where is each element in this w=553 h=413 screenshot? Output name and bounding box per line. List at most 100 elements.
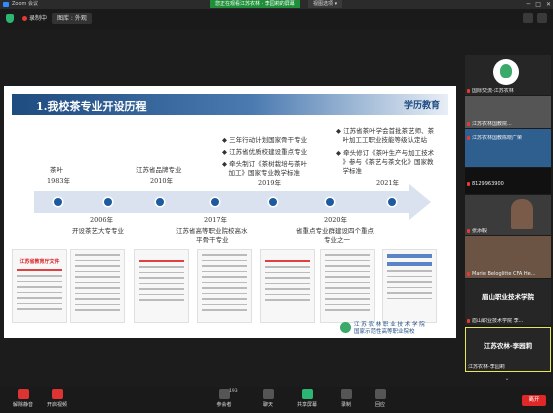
window-titlebar: Zoom 会议 您正在观看江苏农林 · 李园莉的屏幕 视图选项 ▾ ─ □ ✕ [0, 0, 553, 9]
milestone-2017-line: 江苏省高等职业院校高水 [176, 227, 248, 235]
document-thumbnail [134, 249, 189, 323]
scroll-down-icon[interactable]: ⌄ [464, 375, 550, 382]
milestone-2010-year: 2010年 [150, 177, 174, 185]
participant-tile[interactable]: 眉山职业技术学院 眉山职业技术学院 李... [465, 279, 551, 325]
participant-display-name: 眉山职业技术学院 [482, 293, 534, 301]
document-thumbnail: 江苏省教育厅文件 [12, 249, 67, 323]
fullscreen-icon[interactable] [537, 13, 547, 23]
maximize-icon[interactable]: □ [535, 0, 541, 9]
recording-dot-icon [22, 16, 27, 21]
participant-tile[interactable]: 国际交流-江苏农林 [465, 55, 551, 95]
share-screen-icon [301, 389, 313, 399]
view-options-button[interactable]: 视图选项 ▾ [308, 0, 343, 8]
document-thumbnail [320, 249, 375, 323]
meeting-toolbar: 解除静音 开启视频 193 参会者 聊天 共享屏幕 录制 回应 离开 [0, 387, 553, 413]
recording-indicator[interactable]: 录制中 [22, 13, 47, 24]
participant-name: 国际交流-江苏农林 [467, 88, 549, 94]
unmute-button[interactable]: 解除静音 [6, 389, 40, 408]
reactions-label: 回应 [374, 402, 385, 408]
milestone-2017-year: 2017年 [204, 216, 228, 224]
screen-share-banner[interactable]: 您正在观看江苏农林 · 李园莉的屏幕 [210, 0, 300, 8]
share-screen-label: 共享屏幕 [296, 402, 317, 408]
document-thumbnail [260, 249, 315, 323]
mic-muted-icon [17, 389, 29, 399]
timeline-arrow [34, 191, 410, 213]
participant-tile[interactable]: 8129963900 [465, 168, 551, 194]
milestone-2019-line: ◆ 三年行动计划国家骨干专业 [222, 136, 308, 144]
topbar-icons [523, 13, 547, 23]
participant-display-name: 江苏农林-李园莉 [483, 342, 533, 350]
milestone-2019-line: 加工》国家专业教学标准 [222, 169, 301, 177]
participant-name: 8129963900 [467, 181, 549, 187]
school-subtitle: 国家示范性高等职业院校 [354, 329, 415, 335]
participant-name: 江苏农林国教院... [467, 121, 549, 127]
timeline-dot [156, 198, 164, 206]
school-logo-icon [340, 322, 351, 333]
app-title: Zoom 会议 [12, 1, 39, 7]
document-title: 江苏省教育厅文件 [19, 259, 60, 265]
security-shield-icon[interactable] [6, 14, 14, 23]
active-speaker-tile[interactable]: 江苏农林-李园莉 江苏农林-李园莉 [465, 327, 551, 372]
milestone-2020-line: 省重点专业群建设四个重点 [296, 227, 374, 235]
milestone-2019-line: ◆ 牵头制订《茶树栽培与茶叶 [222, 160, 308, 168]
timeline-dot [54, 198, 62, 206]
muted-mic-icon [467, 181, 470, 186]
timeline-arrowhead [409, 184, 431, 220]
participant-tile[interactable]: 张添毅 [465, 195, 551, 235]
participant-name: Marie Beloglitte CFA He... [467, 271, 549, 277]
video-off-icon [51, 389, 63, 399]
milestone-2006-label: 开设茶艺大专专业 [72, 227, 124, 235]
minimize-icon[interactable]: ─ [527, 0, 531, 9]
milestone-2010-label: 江苏省品牌专业 [136, 166, 182, 174]
milestone-2021-line: 学标准 [336, 167, 363, 175]
milestone-2021-year: 2021年 [376, 179, 400, 187]
milestone-2019-year: 2019年 [258, 179, 282, 187]
timeline-dot [104, 198, 112, 206]
muted-mic-icon [467, 88, 470, 93]
participant-count: 193 [229, 389, 238, 394]
chat-icon [262, 389, 274, 399]
reactions-icon [374, 389, 386, 399]
participant-video [511, 199, 533, 229]
start-video-button[interactable]: 开启视频 [40, 389, 74, 408]
document-thumbnail [382, 249, 437, 323]
slide-header: 1.我校茶专业开设历程 学历教育 [12, 94, 448, 115]
document-thumbnail [70, 249, 125, 323]
milestone-2020-line: 专业之一 [324, 236, 350, 244]
milestone-2017-line: 平骨干专业 [196, 236, 229, 244]
record-button[interactable]: 录制 [329, 389, 363, 408]
participant-tile[interactable]: Marie Beloglitte CFA He... [465, 236, 551, 278]
participants-button[interactable]: 193 参会者 [207, 389, 241, 408]
participants-icon [218, 389, 230, 399]
school-logo-icon [493, 59, 519, 85]
chat-button[interactable]: 聊天 [251, 389, 285, 408]
chat-label: 聊天 [262, 402, 273, 408]
record-label: 录制 [340, 402, 351, 408]
share-screen-button[interactable]: 共享屏幕 [290, 389, 324, 408]
muted-mic-icon [467, 121, 470, 126]
reactions-button[interactable]: 回应 [363, 389, 397, 408]
participant-name: 眉山职业技术学院 李... [467, 318, 549, 324]
milestone-2006-year: 2006年 [90, 216, 114, 224]
muted-mic-icon [467, 318, 470, 323]
participant-tile[interactable]: 江苏农林国教院... [465, 96, 551, 128]
muted-mic-icon [467, 135, 470, 140]
view-mode-button[interactable]: 图库 : 外观 [52, 13, 92, 24]
milestone-2021-line: ◆ 牵头修订《茶叶生产与加工技术 [336, 149, 435, 157]
grid-view-icon[interactable] [523, 13, 533, 23]
milestone-1983-year: 1983年 [47, 177, 71, 185]
slide-title: 1.我校茶专业开设历程 [36, 100, 147, 113]
milestone-2021-line: 叶加工工职业技能等级认定站 [336, 136, 428, 144]
participant-name: 江苏农林-李园莉 [468, 364, 505, 370]
muted-mic-icon [467, 228, 470, 233]
document-thumbnail [197, 249, 252, 323]
milestone-1983-label: 茶叶 [50, 166, 63, 174]
leave-button[interactable]: 离开 [522, 395, 546, 406]
start-video-label: 开启视频 [46, 402, 67, 408]
close-icon[interactable]: ✕ [546, 0, 551, 9]
participant-tile[interactable]: 江苏农林国教陈晓广荣 [465, 129, 551, 167]
timeline-dot [326, 198, 334, 206]
participant-name: 江苏农林国教陈晓广荣 [467, 135, 549, 141]
milestone-2020-year: 2020年 [324, 216, 348, 224]
shared-slide: 1.我校茶专业开设历程 学历教育 茶叶 1983年 江苏省品牌专业 2010年 … [4, 86, 456, 338]
